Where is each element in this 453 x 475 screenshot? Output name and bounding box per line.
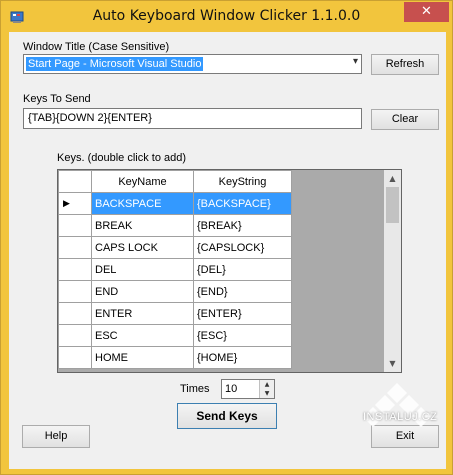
stepper-up-icon[interactable]: ▲ [260,380,274,389]
keyname-cell[interactable]: DEL [91,258,194,281]
chevron-down-icon[interactable]: ▾ [353,56,358,67]
row-header[interactable] [58,324,92,347]
keystring-cell[interactable]: {ENTER} [193,302,292,325]
refresh-button[interactable]: Refresh [371,54,439,75]
keyname-cell[interactable]: HOME [91,346,194,369]
keyname-cell[interactable]: ENTER [91,302,194,325]
table-row[interactable]: ▶ BACKSPACE {BACKSPACE} [58,192,292,215]
window-title: Auto Keyboard Window Clicker 1.1.0.0 [92,8,361,24]
close-button[interactable]: ✕ [404,2,449,22]
times-stepper[interactable]: 10 ▲ ▼ [221,379,275,399]
window-title-label: Window Title (Case Sensitive) [23,41,170,53]
column-header-keyname[interactable]: KeyName [91,170,194,193]
watermark-text: INSTALUJ.CZ [363,411,438,423]
grid-vertical-scrollbar[interactable]: ▲ ▼ [384,170,401,372]
keys-table: KeyName KeyString ▶ BACKSPACE {BACKSPACE} B… [58,170,292,369]
table-row[interactable]: ESC {ESC} [58,324,292,347]
keystring-cell[interactable]: {CAPSLOCK} [193,236,292,259]
title-bar[interactable]: Auto Keyboard Window Clicker 1.1.0.0 ✕ [1,1,452,33]
keyname-cell[interactable]: BREAK [91,214,194,237]
window-title-combobox[interactable]: Start Page - Microsoft Visual Studio ▾ [23,54,362,74]
table-row[interactable]: ENTER {ENTER} [58,302,292,325]
row-header[interactable] [58,258,92,281]
times-label: Times [180,383,210,395]
table-row[interactable]: DEL {DEL} [58,258,292,281]
row-header[interactable] [58,346,92,369]
keys-grid[interactable]: KeyName KeyString ▶ BACKSPACE {BACKSPACE} B… [57,169,402,373]
keystring-cell[interactable]: {BACKSPACE} [193,192,292,215]
scrollbar-thumb[interactable] [386,187,399,223]
stepper-buttons[interactable]: ▲ ▼ [259,380,274,398]
keyname-cell[interactable]: BACKSPACE [91,192,194,215]
stepper-down-icon[interactable]: ▼ [260,389,274,398]
help-button[interactable]: Help [22,425,90,448]
table-row[interactable]: END {END} [58,280,292,303]
keyname-cell[interactable]: ESC [91,324,194,347]
scroll-up-icon[interactable]: ▲ [384,170,401,187]
keystring-cell[interactable]: {END} [193,280,292,303]
app-window: Auto Keyboard Window Clicker 1.1.0.0 ✕ W… [0,0,453,475]
row-header[interactable]: ▶ [58,192,92,215]
scroll-down-icon[interactable]: ▼ [384,355,401,372]
row-header[interactable] [58,236,92,259]
grid-header-row: KeyName KeyString [58,170,292,193]
keyname-cell[interactable]: END [91,280,194,303]
keys-to-send-label: Keys To Send [23,93,91,105]
table-row[interactable]: CAPS LOCK {CAPSLOCK} [58,236,292,259]
keystring-cell[interactable]: {DEL} [193,258,292,281]
grid-corner-header [58,170,92,193]
column-header-keystring[interactable]: KeyString [193,170,292,193]
row-header[interactable] [58,302,92,325]
keys-to-send-input[interactable]: {TAB}{DOWN 2}{ENTER} [23,108,362,129]
times-value[interactable]: 10 [225,383,237,395]
current-row-icon: ▶ [63,198,70,208]
row-header[interactable] [58,214,92,237]
keystring-cell[interactable]: {ESC} [193,324,292,347]
keyname-cell[interactable]: CAPS LOCK [91,236,194,259]
send-keys-button[interactable]: Send Keys [177,403,277,429]
keystring-cell[interactable]: {BREAK} [193,214,292,237]
clear-button[interactable]: Clear [371,109,439,130]
table-row[interactable]: BREAK {BREAK} [58,214,292,237]
keystring-cell[interactable]: {HOME} [193,346,292,369]
keys-grid-caption: Keys. (double click to add) [57,152,187,164]
table-row[interactable]: HOME {HOME} [58,346,292,369]
row-header[interactable] [58,280,92,303]
window-title-selected: Start Page - Microsoft Visual Studio [26,57,204,71]
